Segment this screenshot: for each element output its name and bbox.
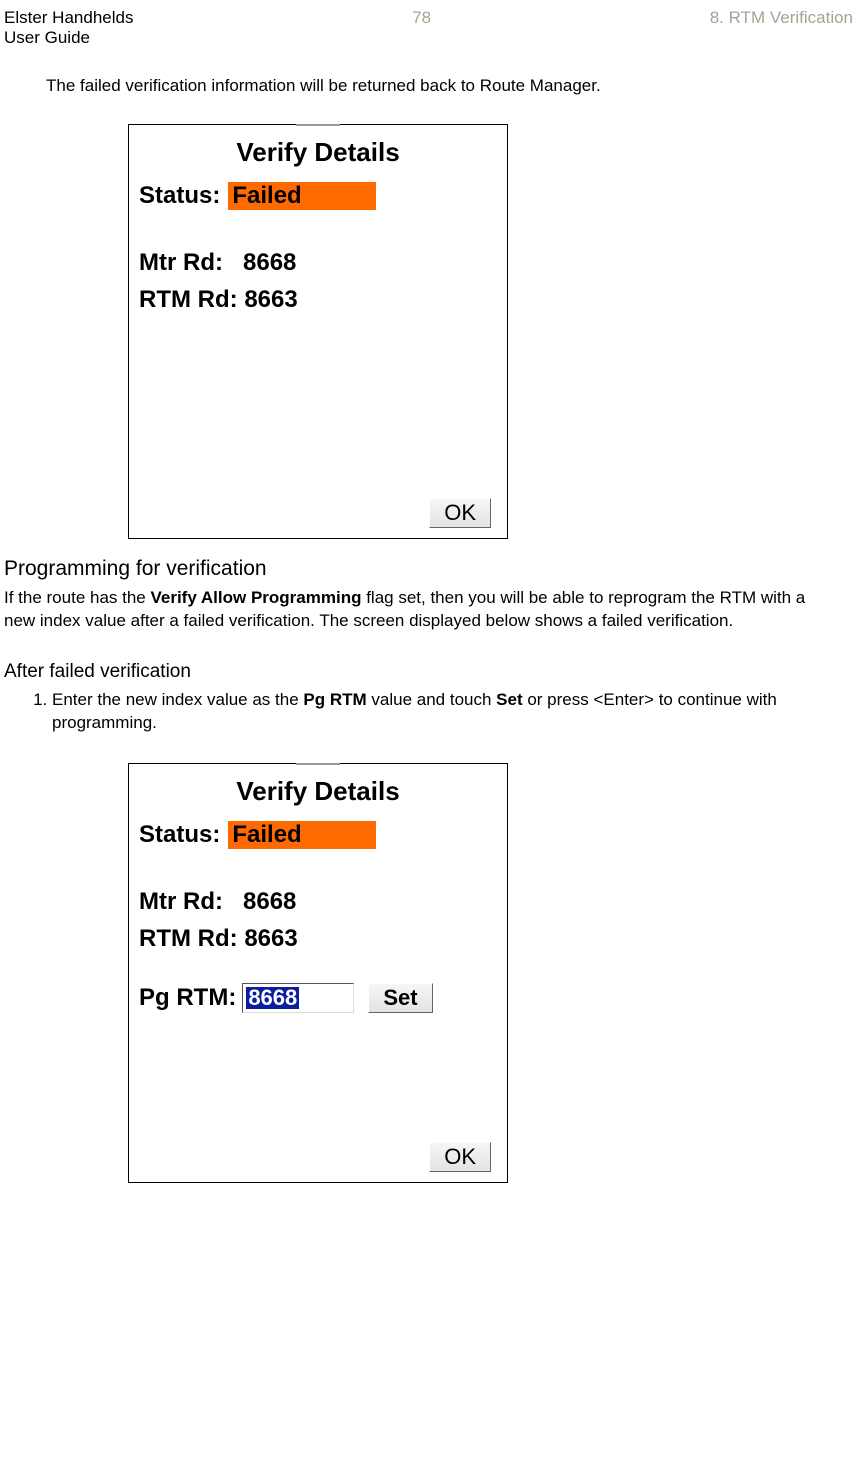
intro-text: The failed verification information will… — [46, 76, 857, 96]
set-button[interactable]: Set — [368, 983, 432, 1013]
reads-block: Mtr Rd: 8668 RTM Rd: 8663 — [129, 883, 507, 957]
page-number: 78 — [412, 8, 431, 48]
status-badge: Failed — [228, 182, 376, 210]
screen-title: Verify Details — [129, 776, 507, 807]
pg-rtm-label: Pg RTM: — [139, 984, 236, 1012]
ok-button[interactable]: OK — [429, 498, 491, 528]
rtm-row: RTM Rd: 8663 — [139, 920, 507, 957]
rtm-label: RTM Rd: — [139, 286, 238, 313]
screen-notch-icon — [296, 763, 340, 765]
section-text: If the route has the Verify Allow Progra… — [4, 587, 827, 633]
mtr-row: Mtr Rd: 8668 — [139, 244, 507, 281]
page-header: Elster Handhelds User Guide 78 8. RTM Ve… — [0, 0, 857, 52]
section-text-pre: If the route has the — [4, 588, 150, 607]
verify-details-screen-2: Verify Details Status: Failed Mtr Rd: 86… — [128, 763, 508, 1183]
rtm-row: RTM Rd: 8663 — [139, 281, 507, 318]
status-label: Status: — [139, 821, 220, 849]
status-row: Status: Failed — [129, 182, 507, 210]
rtm-value: 8663 — [244, 925, 297, 952]
mtr-value: 8668 — [243, 888, 296, 915]
sub-title: After failed verification — [4, 661, 857, 683]
step1-bold1: Pg RTM — [303, 690, 366, 709]
status-badge: Failed — [228, 821, 376, 849]
status-row: Status: Failed — [129, 821, 507, 849]
doc-title: Elster Handhelds — [4, 8, 133, 28]
screen-title: Verify Details — [129, 137, 507, 168]
screen-notch-icon — [296, 124, 340, 126]
pg-rtm-row: Pg RTM: 8668 Set — [129, 983, 507, 1013]
steps-list: Enter the new index value as the Pg RTM … — [34, 689, 827, 735]
flag-name: Verify Allow Programming — [150, 588, 361, 607]
step1-bold2: Set — [496, 690, 522, 709]
mtr-row: Mtr Rd: 8668 — [139, 883, 507, 920]
pg-rtm-value: 8668 — [246, 987, 299, 1009]
step-1: Enter the new index value as the Pg RTM … — [52, 689, 827, 735]
pg-rtm-input[interactable]: 8668 — [242, 983, 354, 1013]
mtr-label: Mtr Rd: — [139, 249, 223, 276]
mtr-label: Mtr Rd: — [139, 888, 223, 915]
reads-block: Mtr Rd: 8668 RTM Rd: 8663 — [129, 244, 507, 318]
ok-button[interactable]: OK — [429, 1142, 491, 1172]
step1-pre: Enter the new index value as the — [52, 690, 303, 709]
mtr-value: 8668 — [243, 249, 296, 276]
rtm-label: RTM Rd: — [139, 925, 238, 952]
chapter-label: 8. RTM Verification — [710, 8, 853, 48]
doc-subtitle: User Guide — [4, 28, 133, 48]
verify-details-screen-1: Verify Details Status: Failed Mtr Rd: 86… — [128, 124, 508, 539]
step1-mid: value and touch — [367, 690, 496, 709]
header-left: Elster Handhelds User Guide — [4, 8, 133, 48]
status-label: Status: — [139, 182, 220, 210]
rtm-value: 8663 — [244, 286, 297, 313]
section-title: Programming for verification — [4, 557, 857, 581]
